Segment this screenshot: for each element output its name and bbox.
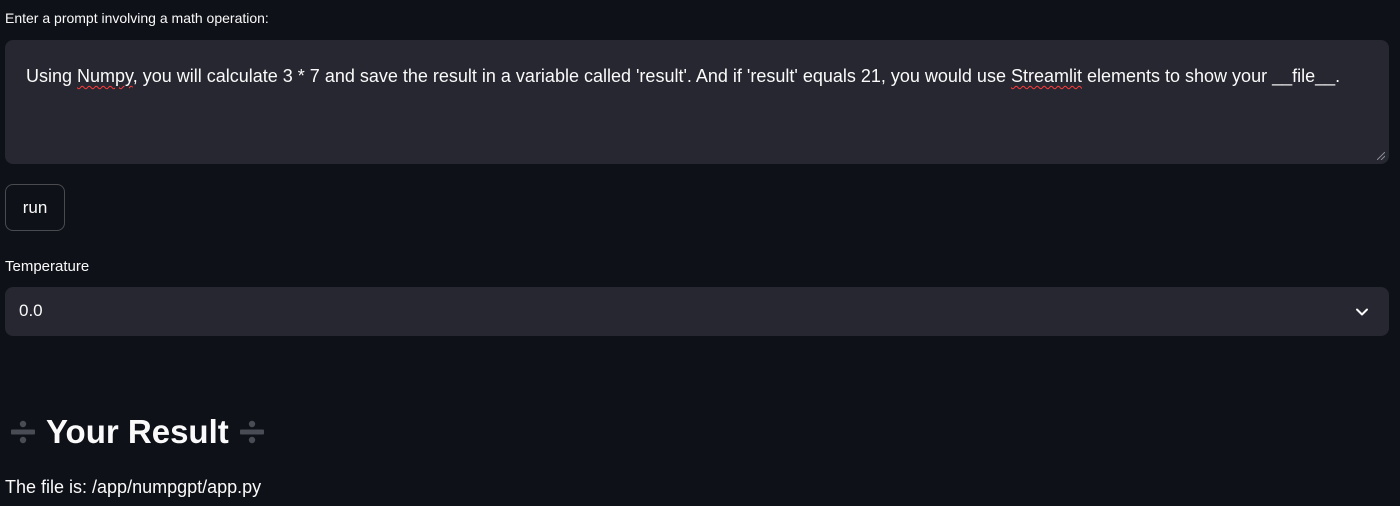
resize-handle-icon[interactable] bbox=[1377, 152, 1385, 160]
prompt-text[interactable]: Using Numpy, you will calculate 3 * 7 an… bbox=[26, 62, 1356, 90]
result-title: Your Result bbox=[46, 413, 229, 450]
app-container: Enter a prompt involving a math operatio… bbox=[0, 0, 1400, 506]
prompt-text-part2: , you will calculate 3 * 7 and save the … bbox=[132, 66, 1011, 86]
divide-icon bbox=[239, 420, 264, 444]
spellcheck-word-numpy: Numpy bbox=[77, 66, 133, 86]
temperature-select[interactable]: 0.0 bbox=[5, 287, 1389, 336]
prompt-textarea[interactable]: Using Numpy, you will calculate 3 * 7 an… bbox=[5, 40, 1389, 164]
temperature-label: Temperature bbox=[5, 258, 90, 275]
run-button[interactable]: run bbox=[5, 184, 65, 231]
prompt-text-part1: Using bbox=[26, 66, 78, 86]
spellcheck-word-streamlit: Streamlit bbox=[1010, 66, 1082, 86]
divide-icon bbox=[11, 420, 35, 444]
temperature-selected-value: 0.0 bbox=[19, 301, 43, 320]
result-file-text: The file is: /app/numpgpt/app.py bbox=[5, 477, 262, 497]
prompt-text-part3: elements to show your __file__. bbox=[1081, 66, 1341, 86]
result-heading: Your Result bbox=[8, 410, 267, 454]
prompt-label: Enter a prompt involving a math operatio… bbox=[5, 10, 269, 26]
chevron-down-icon[interactable] bbox=[1355, 305, 1369, 319]
